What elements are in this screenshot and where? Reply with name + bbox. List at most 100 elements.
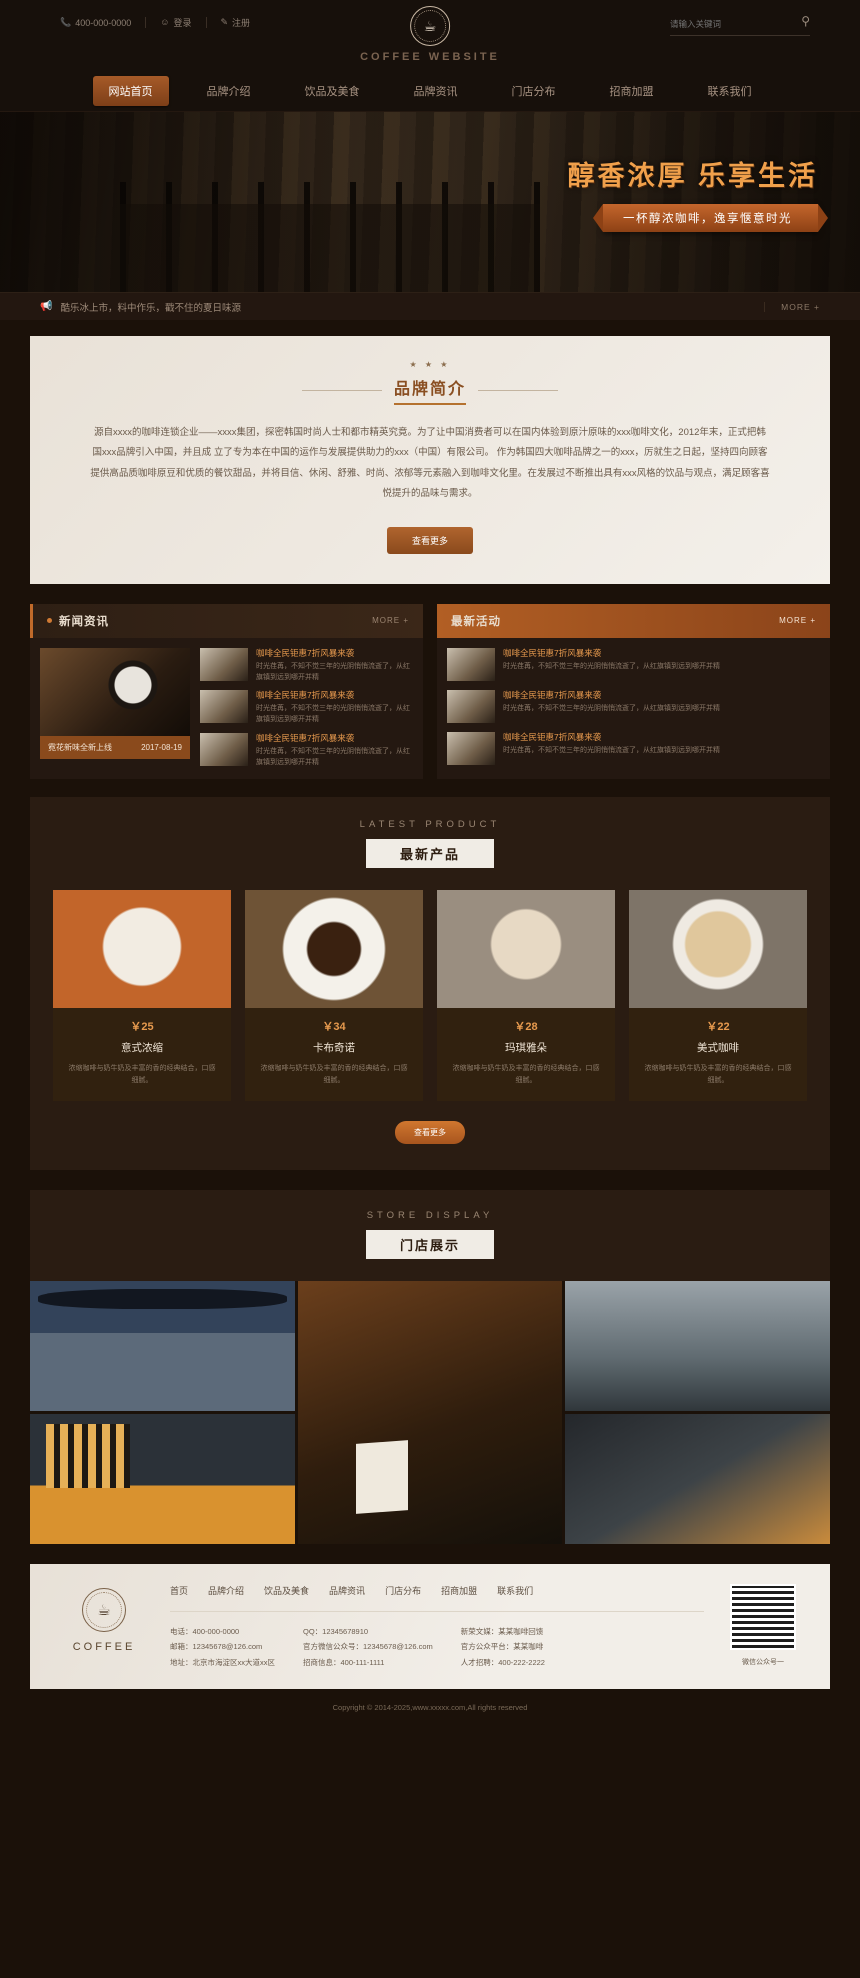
products-title-cn: 最新产品 (366, 838, 494, 868)
activity-more-link[interactable]: MORE + (779, 616, 816, 625)
site-logo[interactable]: ☕ COFFEE WEBSITE (360, 6, 500, 63)
news-headline: 咖啡全民钜惠7折风暴来袭 (256, 733, 355, 744)
product-desc: 浓缩咖啡与奶牛奶及丰富的香的经典结合，口感细腻。 (644, 1064, 792, 1084)
search-box[interactable]: ⚲ (670, 14, 810, 36)
logo-badge: ☕ (410, 6, 450, 46)
products-title-en: LATEST PRODUCT (359, 818, 501, 830)
footer-nav: 首页 品牌介绍 饮品及美食 品牌资讯 门店分布 招商加盟 联系我们 (170, 1584, 704, 1612)
news-body: 时光荏苒，不知不觉三年的光阴悄悄流逝了，从红旗镇到远到哪开并精 (256, 705, 410, 724)
footer-qr-block: 微信公众号一 (724, 1583, 802, 1667)
store-photo[interactable] (297, 1280, 563, 1544)
site-footer: ☕ COFFEE 首页 品牌介绍 饮品及美食 品牌资讯 门店分布 招商加盟 联系… (30, 1563, 830, 1689)
megaphone-icon: 📢 (40, 301, 53, 312)
news-headline: 咖啡全民钜惠7折风暴来袭 (256, 647, 355, 658)
product-card[interactable]: ￥34 卡布奇诺 浓缩咖啡与奶牛奶及丰富的香的经典结合，口感细腻。 (245, 889, 423, 1101)
activity-panel-header: 最新活动 MORE + (437, 603, 830, 638)
nav-item-home[interactable]: 网站首页 (92, 75, 169, 106)
store-photo[interactable] (30, 1413, 295, 1544)
activity-body: 时光荏苒，不知不觉三年的光阴悄悄流逝了，从红旗镇到远到哪开并精 (503, 746, 720, 754)
nav-item-news[interactable]: 品牌资讯 (398, 76, 474, 106)
coffee-cup-icon: ☕ (423, 18, 437, 34)
news-feature-card[interactable]: 霓花新味全新上线 2017-08-19 (40, 647, 190, 769)
product-card[interactable]: ￥25 意式浓缩 浓缩咖啡与奶牛奶及丰富的香的经典结合，口感细腻。 (53, 889, 231, 1101)
activity-panel-title: 最新活动 (451, 615, 501, 628)
page-root: 📞 400-000-0000 ☺ 登录 ✎ 注册 ☕ COFFEE WEBSIT… (0, 0, 860, 1978)
ticker-text[interactable]: 酷乐冰上市，料中作乐，戳不住的夏日味源 (60, 300, 764, 314)
product-image (629, 889, 807, 1008)
footer-nav-item-contact[interactable]: 联系我们 (497, 1584, 533, 1597)
footer-nav-item-drinks[interactable]: 饮品及美食 (264, 1584, 309, 1597)
footer-platform: 官方公众平台：某某咖啡 (460, 1642, 544, 1652)
footer-contact-col-2: QQ：12345678910 官方微信公众号：12345678@126.com … (303, 1624, 433, 1671)
footer-logo-text: COFFEE (72, 1640, 136, 1653)
footer-franchise-info: 招商信息：400-111-1111 (303, 1658, 385, 1668)
bullet-icon (47, 618, 52, 624)
brand-intro-paragraph: 源自xxxx的咖啡连锁企业——xxxx集团，探密韩国时尚人士和都市精英究竟。为了… (90, 427, 770, 500)
footer-phone: 电话：400-000-0000 (170, 1626, 240, 1636)
phone-text: 400-000-0000 (75, 17, 132, 28)
activity-panel-title-group: 最新活动 (451, 613, 501, 629)
footer-media: 新荣文媒：某某咖啡回馈 (460, 1626, 544, 1636)
footer-qq: QQ：12345678910 (303, 1626, 369, 1636)
activity-list: 咖啡全民钜惠7折风暴来袭 时光荏苒，不知不觉三年的光阴悄悄流逝了，从红旗镇到远到… (437, 638, 830, 775)
phone-icon: 📞 (60, 17, 72, 27)
news-body: 时光荏苒，不知不觉三年的光阴悄悄流逝了，从红旗镇到远到哪开并精 (256, 662, 410, 681)
news-activity-row: 新闻资讯 MORE + 霓花新味全新上线 2017-08-19 咖啡全民钜惠7折… (30, 603, 830, 779)
nav-item-drinks[interactable]: 饮品及美食 (289, 76, 376, 106)
list-item[interactable]: 咖啡全民钜惠7折风暴来袭 时光荏苒，不知不觉三年的光阴悄悄流逝了，从红旗镇到远到… (200, 690, 413, 726)
nav-item-contact[interactable]: 联系我们 (692, 76, 768, 106)
search-icon[interactable]: ⚲ (801, 14, 810, 28)
news-thumbnail (200, 647, 248, 681)
store-section-header: STORE DISPLAY 门店展示 (30, 1189, 830, 1281)
products-more-button[interactable]: 查看更多 (395, 1120, 465, 1144)
search-input[interactable] (670, 17, 788, 31)
activity-body: 时光荏苒，不知不觉三年的光阴悄悄流逝了，从红旗镇到远到哪开并精 (503, 704, 720, 712)
login-button[interactable]: ☺ 登录 (160, 16, 191, 29)
product-card[interactable]: ￥28 玛琪雅朵 浓缩咖啡与奶牛奶及丰富的香的经典结合，口感细腻。 (437, 889, 615, 1101)
edit-icon: ✎ (220, 17, 229, 27)
product-image (245, 889, 423, 1008)
register-button[interactable]: ✎ 注册 (221, 16, 251, 29)
nav-item-franchise[interactable]: 招商加盟 (594, 76, 670, 106)
brand-intro-section: ★ ★ ★ 品牌简介 源自xxxx的咖啡连锁企业——xxxx集团，探密韩国时尚人… (30, 336, 830, 584)
list-item[interactable]: 咖啡全民钜惠7折风暴来袭 时光荏苒，不知不觉三年的光阴悄悄流逝了，从红旗镇到远到… (447, 731, 820, 765)
product-name: 玛琪雅朵 (505, 1041, 547, 1054)
footer-nav-item-news[interactable]: 品牌资讯 (329, 1584, 365, 1597)
product-name: 美式咖啡 (697, 1041, 739, 1054)
footer-nav-item-franchise[interactable]: 招商加盟 (441, 1584, 477, 1597)
list-item[interactable]: 咖啡全民钜惠7折风暴来袭 时光荏苒，不知不觉三年的光阴悄悄流逝了，从红旗镇到远到… (447, 647, 820, 681)
footer-nav-item-home[interactable]: 首页 (170, 1584, 188, 1597)
hero-text-group: 醇香浓厚 乐享生活 一杯醇浓咖啡，逸享惬意时光 (567, 154, 828, 232)
login-label: 登录 (173, 18, 192, 28)
list-item[interactable]: 咖啡全民钜惠7折风暴来袭 时光荏苒，不知不觉三年的光阴悄悄流逝了，从红旗镇到远到… (200, 733, 413, 769)
footer-nav-item-brand[interactable]: 品牌介绍 (208, 1584, 244, 1597)
top-bar: 📞 400-000-0000 ☺ 登录 ✎ 注册 ☕ COFFEE WEBSIT… (0, 0, 860, 70)
footer-address: 地址：北京市海淀区xx大道xx区 (170, 1658, 275, 1668)
store-photo[interactable] (565, 1413, 830, 1544)
products-grid: ￥25 意式浓缩 浓缩咖啡与奶牛奶及丰富的香的经典结合，口感细腻。 ￥34 卡布… (30, 889, 830, 1101)
list-item[interactable]: 咖啡全民钜惠7折风暴来袭 时光荏苒，不知不觉三年的光阴悄悄流逝了，从红旗镇到远到… (200, 647, 413, 684)
footer-nav-item-stores[interactable]: 门店分布 (385, 1584, 421, 1597)
store-title-en: STORE DISPLAY (366, 1209, 494, 1221)
news-more-link[interactable]: MORE + (372, 616, 409, 625)
main-nav: 网站首页 品牌介绍 饮品及美食 品牌资讯 门店分布 招商加盟 联系我们 (0, 70, 860, 112)
qr-caption: 微信公众号一 (742, 1658, 784, 1666)
hero-foreground (120, 182, 540, 292)
news-ticker: 📢 酷乐冰上市，料中作乐，戳不住的夏日味源 MORE + (0, 292, 860, 320)
store-photo[interactable] (30, 1280, 295, 1411)
user-icon: ☺ (160, 17, 170, 27)
ticker-more-link[interactable]: MORE + (764, 301, 820, 312)
news-headline: 咖啡全民钜惠7折风暴来袭 (256, 690, 355, 701)
product-card[interactable]: ￥22 美式咖啡 浓缩咖啡与奶牛奶及丰富的香的经典结合，口感细腻。 (629, 889, 807, 1101)
store-photo[interactable] (565, 1280, 830, 1411)
activity-thumbnail (447, 731, 495, 765)
divider-left (301, 389, 382, 391)
list-item[interactable]: 咖啡全民钜惠7折风暴来袭 时光荏苒，不知不觉三年的光阴悄悄流逝了，从红旗镇到远到… (447, 689, 820, 723)
nav-item-brand[interactable]: 品牌介绍 (191, 76, 267, 106)
news-feature-date: 2017-08-19 (141, 742, 182, 752)
footer-contact-col-1: 电话：400-000-0000 邮箱：12345678@126.com 地址：北… (170, 1624, 275, 1671)
divider (145, 17, 147, 28)
footer-logo[interactable]: ☕ COFFEE (58, 1584, 150, 1653)
brand-more-button[interactable]: 查看更多 (387, 526, 473, 554)
nav-item-stores[interactable]: 门店分布 (496, 76, 572, 106)
